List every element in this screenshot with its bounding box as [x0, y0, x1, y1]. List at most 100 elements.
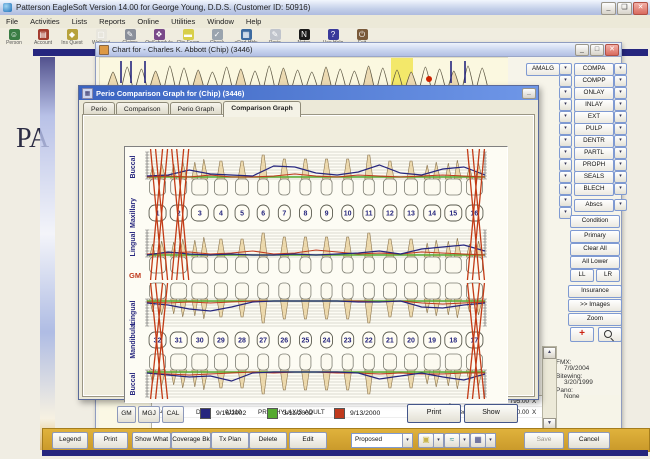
proc-dropdown-left-2[interactable]: ▾: [559, 87, 572, 99]
proc-button-abscs[interactable]: Abscs: [574, 199, 614, 212]
condition-button[interactable]: Condition: [570, 215, 620, 228]
scroll-up-icon[interactable]: ▲: [543, 347, 556, 359]
edit-button[interactable]: Edit: [289, 432, 327, 449]
proc-dropdown-left-4[interactable]: ▾: [559, 111, 572, 123]
legend-button[interactable]: Legend: [52, 432, 88, 449]
magnifier-button[interactable]: [598, 327, 622, 342]
toolbar-button-account[interactable]: ▤Account: [29, 28, 57, 45]
svg-text:31: 31: [175, 338, 183, 345]
proc-dropdown-amalg[interactable]: ▾: [559, 63, 572, 75]
images-button[interactable]: >> Images: [568, 299, 622, 312]
proc-dropdown-seals[interactable]: ▾: [614, 171, 627, 183]
chart-window-titlebar[interactable]: Chart for - Charles K. Abbott (Chip) (34…: [96, 43, 621, 57]
proc-dropdown-left-1[interactable]: ▾: [559, 75, 572, 87]
proc-dropdown-onlay[interactable]: ▾: [614, 87, 627, 99]
table-scrollbar[interactable]: ▲ ▼: [542, 346, 557, 431]
proc-dropdown-partl[interactable]: ▾: [614, 147, 627, 159]
proc-dropdown-proph[interactable]: ▾: [614, 159, 627, 171]
print-button[interactable]: Print: [407, 404, 461, 423]
menu-item-window[interactable]: Window: [201, 17, 240, 26]
grid-tool-icon-dropdown[interactable]: ▾: [485, 433, 496, 448]
delete-button[interactable]: Delete: [249, 432, 287, 449]
cal-button[interactable]: CAL: [162, 406, 184, 423]
proc-dropdown-left-9[interactable]: ▾: [559, 171, 572, 183]
note-tool-icon[interactable]: ▣: [418, 433, 434, 448]
red-cross-button[interactable]: +: [570, 327, 594, 342]
proc-dropdown-left-5[interactable]: ▾: [559, 123, 572, 135]
exit-icon: ⏻: [357, 29, 368, 40]
cancel-button[interactable]: Cancel: [568, 432, 610, 449]
proc-dropdown-left-10[interactable]: ▾: [559, 183, 572, 195]
svg-text:24: 24: [323, 338, 331, 345]
tab-perio[interactable]: Perio: [83, 102, 115, 115]
main-minimize-button[interactable]: _: [601, 2, 616, 15]
chart-minimize-button[interactable]: _: [575, 44, 589, 56]
svg-text:13: 13: [407, 211, 415, 218]
proc-dropdown-left-11[interactable]: ▾: [559, 195, 572, 207]
proc-dropdown-dentr[interactable]: ▾: [614, 135, 627, 147]
primary-button[interactable]: Primary: [570, 230, 620, 243]
main-titlebar: Patterson EagleSoft Version 14.00 for Ge…: [0, 0, 650, 16]
menu-item-help[interactable]: Help: [240, 17, 267, 26]
svg-text:19: 19: [428, 338, 436, 345]
chart-maximize-button[interactable]: □: [590, 44, 604, 56]
show-what-button[interactable]: Show What: [132, 432, 171, 449]
wave-tool-icon[interactable]: ≈: [444, 433, 460, 448]
proc-button-blech[interactable]: BLECH: [574, 183, 614, 196]
clear-all-button[interactable]: Clear All: [570, 243, 620, 256]
gm-button[interactable]: GM: [117, 406, 136, 423]
chart-close-button[interactable]: ✕: [605, 44, 619, 56]
tab-comparison-graph[interactable]: Comparison Graph: [223, 101, 301, 117]
proc-dropdown-left-3[interactable]: ▾: [559, 99, 572, 111]
legend-date: 9/16/2002: [216, 410, 246, 417]
tab-comparison[interactable]: Comparison: [116, 102, 169, 115]
menu-item-utilities[interactable]: Utilities: [165, 17, 201, 26]
proc-dropdown-left-6[interactable]: ▾: [559, 135, 572, 147]
print-button[interactable]: Print: [93, 432, 128, 449]
proc-dropdown-blech[interactable]: ▾: [614, 183, 627, 195]
toolbar-button-ins-quest[interactable]: ◆Ins Quest: [58, 28, 86, 45]
wave-tool-icon-dropdown[interactable]: ▾: [459, 433, 470, 448]
dialog-minimize-button[interactable]: _: [522, 88, 536, 99]
proc-button-amalg[interactable]: AMALG: [526, 63, 560, 76]
proc-dropdown-left-8[interactable]: ▾: [559, 159, 572, 171]
proc-dropdown-compa[interactable]: ▾: [614, 63, 627, 75]
menu-item-lists[interactable]: Lists: [66, 17, 93, 26]
show-button[interactable]: Show: [464, 404, 518, 423]
menu-item-online[interactable]: Online: [131, 17, 165, 26]
dialog-titlebar[interactable]: ▦ Perio Comparison Graph for (Chip) (344…: [79, 86, 538, 100]
grid-tool-icon[interactable]: ▦: [470, 433, 486, 448]
svg-text:16: 16: [471, 211, 479, 218]
tx-plan-button[interactable]: Tx Plan: [211, 432, 249, 449]
svg-text:14: 14: [428, 211, 436, 218]
menu-item-activities[interactable]: Activities: [24, 17, 66, 26]
all-lower-button[interactable]: All Lower: [570, 256, 620, 269]
tab-perio-graph[interactable]: Perio Graph: [170, 102, 223, 115]
insurance-button[interactable]: Insurance: [568, 285, 622, 298]
note-tool-icon-dropdown[interactable]: ▾: [433, 433, 444, 448]
info-value-0: 7/9/2004: [564, 365, 589, 372]
ll-button[interactable]: LL: [570, 269, 594, 282]
main-restore-button[interactable]: ❏: [617, 2, 632, 15]
erad-icon: ▦: [241, 29, 252, 40]
status-dropdown[interactable]: Proposed: [351, 433, 406, 448]
zoom-button[interactable]: Zoom: [568, 313, 622, 326]
coverage-bk-button[interactable]: Coverage Bk: [171, 432, 211, 449]
proc-dropdown-ext[interactable]: ▾: [614, 111, 627, 123]
lr-button[interactable]: LR: [596, 269, 620, 282]
chart-bottom-toolbar: Legend PrintShow WhatCoverage BkTx PlanDe…: [42, 428, 650, 452]
proc-dropdown-pulp[interactable]: ▾: [614, 123, 627, 135]
status-dropdown-icon[interactable]: ▾: [402, 433, 413, 448]
proc-dropdown-compp[interactable]: ▾: [614, 75, 627, 87]
main-close-button[interactable]: ✕: [633, 2, 648, 15]
tooth-chart-strip[interactable]: [99, 57, 509, 87]
proc-dropdown-inlay[interactable]: ▾: [614, 99, 627, 111]
proc-dropdown-abscs[interactable]: ▾: [614, 199, 627, 211]
svg-text:28: 28: [238, 338, 246, 345]
menu-item-reports[interactable]: Reports: [93, 17, 131, 26]
toolbar-button-person[interactable]: ☺Person: [0, 28, 28, 45]
menu-item-file[interactable]: File: [0, 17, 24, 26]
mgj-button[interactable]: MGJ: [138, 406, 160, 423]
proc-dropdown-left-7[interactable]: ▾: [559, 147, 572, 159]
decor-navy-bottom-bar: [42, 450, 648, 456]
